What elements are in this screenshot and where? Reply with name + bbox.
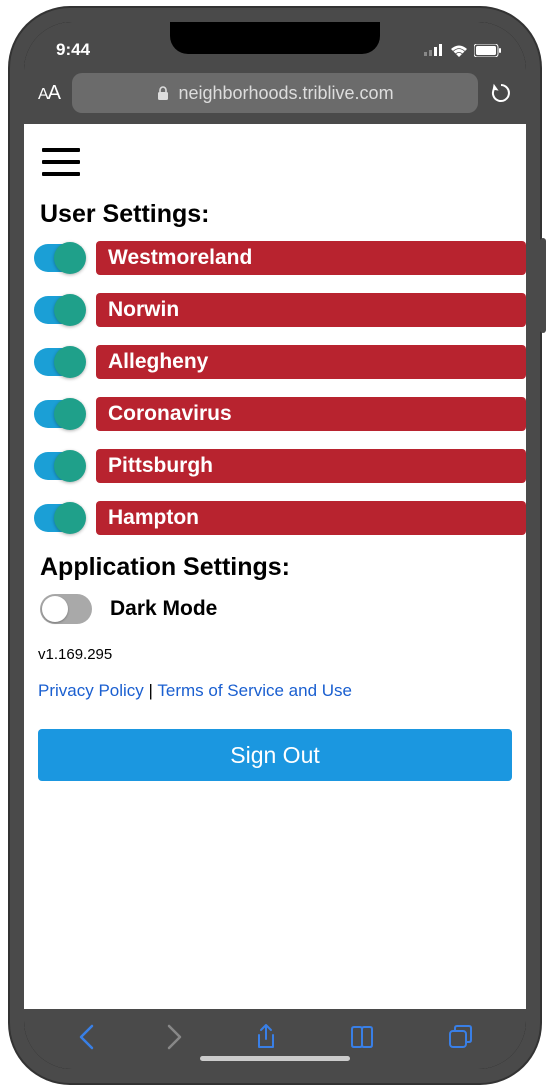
battery-icon	[474, 44, 502, 57]
topic-row: Coronavirus	[34, 397, 516, 431]
tabs-button[interactable]	[448, 1025, 472, 1049]
topic-row: Pittsburgh	[34, 449, 516, 483]
dark-mode-label: Dark Mode	[110, 597, 217, 621]
topic-label: Norwin	[96, 293, 526, 327]
browser-url-bar: AA neighborhoods.triblive.com	[24, 70, 526, 124]
wifi-icon	[450, 44, 468, 57]
user-settings-heading: User Settings:	[40, 200, 516, 229]
sign-out-button[interactable]: Sign Out	[38, 729, 512, 781]
cellular-icon	[424, 44, 444, 56]
dark-mode-toggle[interactable]	[40, 594, 92, 624]
bookmarks-button[interactable]	[349, 1026, 375, 1048]
app-settings-heading: Application Settings:	[40, 553, 516, 582]
topic-row: Hampton	[34, 501, 516, 535]
app-version: v1.169.295	[38, 646, 516, 663]
home-indicator[interactable]	[200, 1056, 350, 1061]
address-bar[interactable]: neighborhoods.triblive.com	[72, 73, 478, 113]
phone-side-button	[540, 238, 546, 333]
back-button[interactable]	[78, 1024, 94, 1050]
safari-toolbar	[24, 1009, 526, 1069]
topic-label: Pittsburgh	[96, 449, 526, 483]
topic-label: Coronavirus	[96, 397, 526, 431]
topic-label: Allegheny	[96, 345, 526, 379]
topic-label: Westmoreland	[96, 241, 526, 275]
dark-mode-row: Dark Mode	[38, 594, 516, 624]
topic-toggle-hampton[interactable]	[34, 504, 84, 532]
topic-row: Westmoreland	[34, 241, 516, 275]
topic-toggle-pittsburgh[interactable]	[34, 452, 84, 480]
refresh-button[interactable]	[490, 82, 512, 104]
topic-toggle-westmoreland[interactable]	[34, 244, 84, 272]
lock-icon	[156, 86, 170, 100]
legal-links: Privacy Policy | Terms of Service and Us…	[38, 681, 516, 701]
page-content: User Settings: Westmoreland Norwin Alleg…	[24, 124, 526, 1009]
phone-frame: 9:44 AA neighborhoods.triblive.com	[10, 8, 540, 1083]
status-time: 9:44	[56, 40, 90, 60]
privacy-policy-link[interactable]: Privacy Policy	[38, 681, 144, 700]
topic-toggle-allegheny[interactable]	[34, 348, 84, 376]
topic-row: Norwin	[34, 293, 516, 327]
phone-notch	[170, 22, 380, 54]
phone-screen: 9:44 AA neighborhoods.triblive.com	[24, 22, 526, 1069]
topic-toggle-coronavirus[interactable]	[34, 400, 84, 428]
url-text: neighborhoods.triblive.com	[178, 83, 393, 104]
topic-label: Hampton	[96, 501, 526, 535]
topic-row: Allegheny	[34, 345, 516, 379]
forward-button[interactable]	[167, 1024, 183, 1050]
topic-toggle-norwin[interactable]	[34, 296, 84, 324]
share-button[interactable]	[255, 1023, 277, 1051]
link-separator: |	[144, 681, 158, 700]
menu-button[interactable]	[42, 148, 80, 176]
text-size-button[interactable]: AA	[38, 82, 60, 105]
terms-link[interactable]: Terms of Service and Use	[157, 681, 352, 700]
